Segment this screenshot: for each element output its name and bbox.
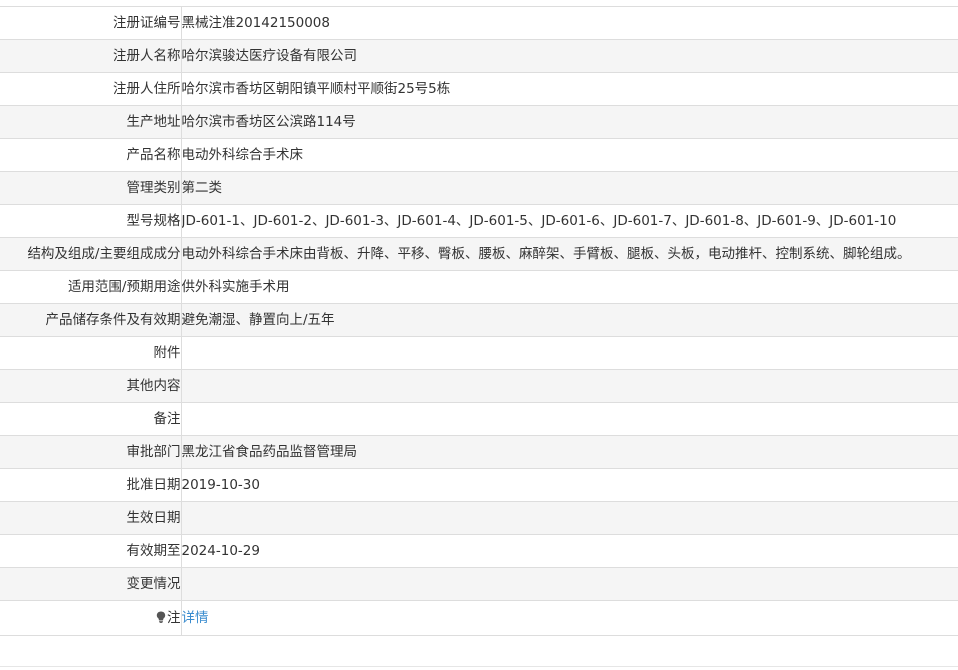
row-value: 避免潮湿、静置向上/五年 <box>181 303 958 337</box>
row-label: 有效期至 <box>0 534 182 568</box>
row-value <box>181 501 958 535</box>
row-intended-use: 适用范围/预期用途 供外科实施手术用 <box>0 270 958 304</box>
row-value <box>181 336 958 370</box>
row-label: 批准日期 <box>0 468 182 502</box>
row-label: 管理类别 <box>0 171 182 205</box>
row-value: 哈尔滨市香坊区朝阳镇平顺村平顺街25号5栋 <box>181 72 958 106</box>
row-value <box>181 567 958 601</box>
row-storage-validity: 产品储存条件及有效期 避免潮湿、静置向上/五年 <box>0 303 958 337</box>
lightbulb-icon <box>156 611 166 623</box>
row-value <box>181 369 958 403</box>
row-approval-department: 审批部门 黑龙江省食品药品监督管理局 <box>0 435 958 469</box>
row-note: 注 详情 <box>0 600 958 636</box>
row-label: 产品名称 <box>0 138 182 172</box>
row-effective-date: 生效日期 <box>0 501 958 535</box>
row-label: 型号规格 <box>0 204 182 238</box>
row-label: 注册人住所 <box>0 72 182 106</box>
row-value: 电动外科综合手术床 <box>181 138 958 172</box>
row-value: 黑龙江省食品药品监督管理局 <box>181 435 958 469</box>
row-label: 变更情况 <box>0 567 182 601</box>
row-label: 附件 <box>0 336 182 370</box>
row-value: 2024-10-29 <box>181 534 958 568</box>
row-management-category: 管理类别 第二类 <box>0 171 958 205</box>
row-label: 注册人名称 <box>0 39 182 73</box>
row-value: 哈尔滨市香坊区公滨路114号 <box>181 105 958 139</box>
bottom-divider <box>0 666 958 667</box>
row-approval-date: 批准日期 2019-10-30 <box>0 468 958 502</box>
row-label: 适用范围/预期用途 <box>0 270 182 304</box>
row-label: 其他内容 <box>0 369 182 403</box>
row-registration-number: 注册证编号 黑械注准20142150008 <box>0 6 958 40</box>
row-label: 审批部门 <box>0 435 182 469</box>
row-value: 黑械注准20142150008 <box>181 6 958 40</box>
note-label: 注 <box>167 610 181 626</box>
row-value: 电动外科综合手术床由背板、升降、平移、臀板、腰板、麻醉架、手臂板、腿板、头板，电… <box>181 237 958 271</box>
row-change-status: 变更情况 <box>0 567 958 601</box>
row-label: 备注 <box>0 402 182 436</box>
registration-detail-page: 注册证编号 黑械注准20142150008 注册人名称 哈尔滨骏达医疗设备有限公… <box>0 0 958 670</box>
row-label: 产品储存条件及有效期 <box>0 303 182 337</box>
registration-detail-table: 注册证编号 黑械注准20142150008 注册人名称 哈尔滨骏达医疗设备有限公… <box>0 6 958 636</box>
row-production-address: 生产地址 哈尔滨市香坊区公滨路114号 <box>0 105 958 139</box>
row-value: 哈尔滨骏达医疗设备有限公司 <box>181 39 958 73</box>
row-label: 结构及组成/主要组成成分 <box>0 237 182 271</box>
row-registrant-name: 注册人名称 哈尔滨骏达医疗设备有限公司 <box>0 39 958 73</box>
row-attachment: 附件 <box>0 336 958 370</box>
details-link[interactable]: 详情 <box>182 610 209 626</box>
row-registrant-address: 注册人住所 哈尔滨市香坊区朝阳镇平顺村平顺街25号5栋 <box>0 72 958 106</box>
row-label: 注册证编号 <box>0 6 182 40</box>
row-value: 供外科实施手术用 <box>181 270 958 304</box>
note-value-cell: 详情 <box>181 601 958 636</box>
row-value: JD-601-1、JD-601-2、JD-601-3、JD-601-4、JD-6… <box>181 204 958 238</box>
note-label-cell: 注 <box>0 600 182 636</box>
row-label: 生效日期 <box>0 501 182 535</box>
row-model-spec: 型号规格 JD-601-1、JD-601-2、JD-601-3、JD-601-4… <box>0 204 958 238</box>
row-structure-composition: 结构及组成/主要组成成分 电动外科综合手术床由背板、升降、平移、臀板、腰板、麻醉… <box>0 237 958 271</box>
row-value: 第二类 <box>181 171 958 205</box>
row-label: 生产地址 <box>0 105 182 139</box>
row-valid-until: 有效期至 2024-10-29 <box>0 534 958 568</box>
row-remarks: 备注 <box>0 402 958 436</box>
row-product-name: 产品名称 电动外科综合手术床 <box>0 138 958 172</box>
row-value: 2019-10-30 <box>181 468 958 502</box>
row-other-content: 其他内容 <box>0 369 958 403</box>
row-value <box>181 402 958 436</box>
